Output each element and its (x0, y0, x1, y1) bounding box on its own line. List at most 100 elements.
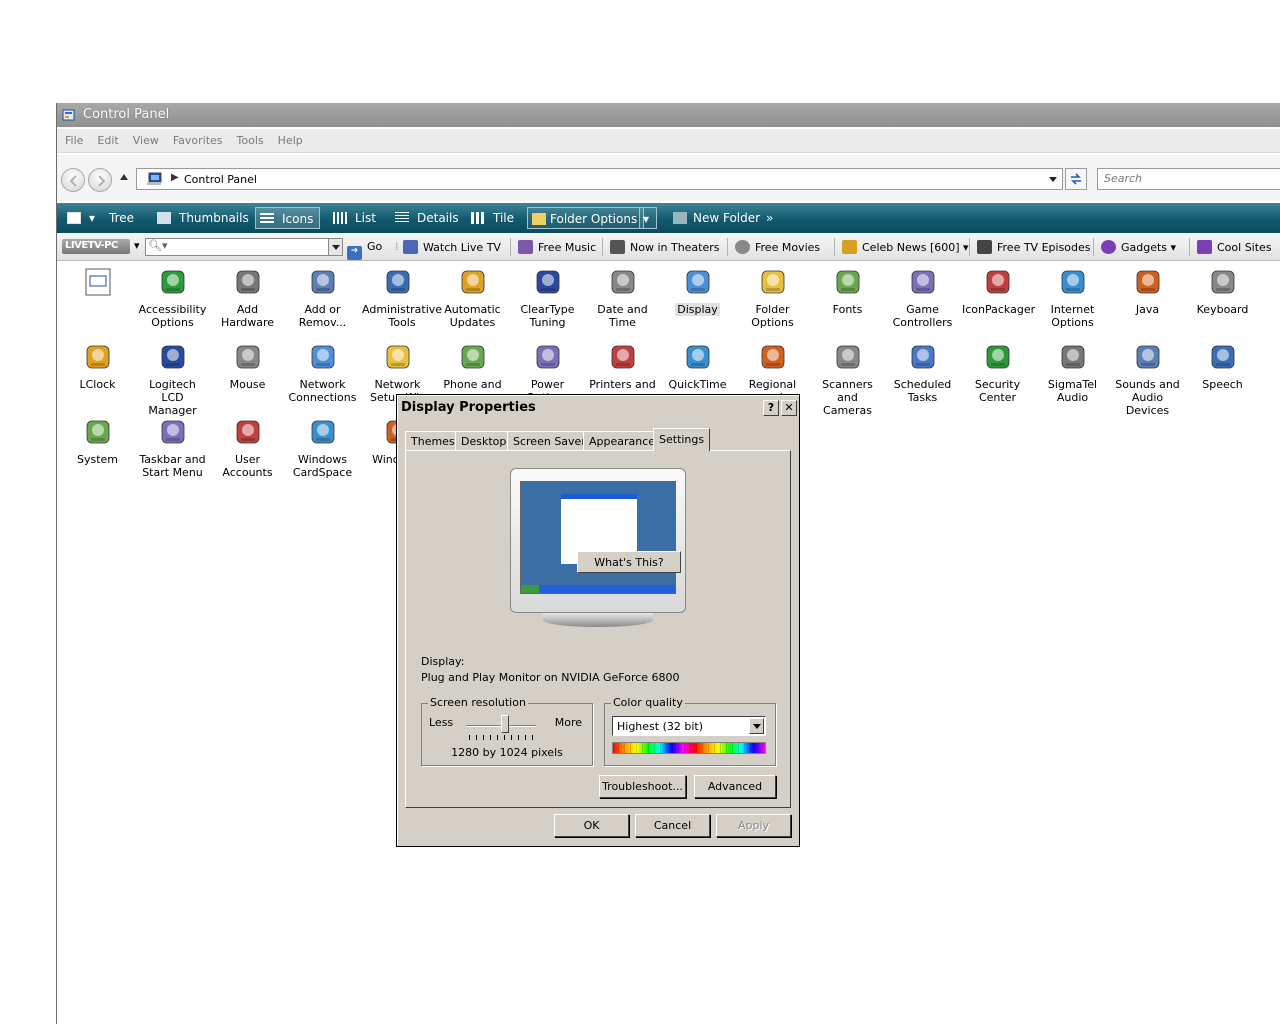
cp-item-windows-cardspace[interactable]: Windows CardSpace (285, 416, 360, 479)
dialog-title-bar[interactable]: Display Properties ? ✕ (399, 397, 797, 419)
address-field[interactable]: ▶ Control Panel (136, 168, 1063, 190)
resolution-slider-thumb[interactable] (500, 715, 509, 733)
icons-button[interactable]: Icons (255, 207, 321, 229)
cancel-button[interactable]: Cancel (635, 814, 710, 837)
link-free-music[interactable]: Free Music (518, 240, 596, 254)
keyboard-icon (1211, 270, 1234, 294)
cp-item-automatic-updates[interactable]: Automatic Updates (435, 266, 510, 329)
cp-item-blank[interactable] (60, 266, 135, 311)
folder-options-button[interactable]: Folder Options (527, 207, 645, 229)
livetv-pc-logo[interactable]: LIVETV-PC (62, 239, 130, 254)
cp-item-label: System (76, 453, 119, 466)
close-button[interactable]: ✕ (781, 400, 797, 416)
menu-tools[interactable]: Tools (229, 129, 270, 147)
folder-options-dropdown[interactable]: ▾ (639, 207, 657, 229)
cp-item-quicktime[interactable]: QuickTime (660, 341, 735, 391)
color-quality-select[interactable]: Highest (32 bit) (612, 716, 766, 736)
link-watch-live-tv[interactable]: Watch Live TV (403, 240, 501, 254)
cp-item-date-and-time[interactable]: Date and Time (585, 266, 660, 329)
forward-button[interactable] (88, 168, 112, 192)
cp-item-iconpackager[interactable]: IconPackager (960, 266, 1035, 316)
menu-edit[interactable]: Edit (89, 129, 124, 147)
cp-item-mouse[interactable]: Mouse (210, 341, 285, 391)
go-button[interactable]: ➜ Go (347, 240, 382, 260)
tile-button[interactable]: Tile (467, 207, 520, 229)
tree-button[interactable]: Tree (105, 207, 140, 229)
cp-item-phone-and[interactable]: Phone and (435, 341, 510, 391)
cp-item-label: QuickTime (668, 378, 727, 391)
add-hardware-icon (236, 270, 259, 294)
refresh-icon (1071, 173, 1081, 185)
cp-item-fonts[interactable]: Fonts (810, 266, 885, 316)
separator (1093, 238, 1094, 256)
view-menu-button[interactable]: ▾ (63, 207, 101, 229)
advanced-button[interactable]: Advanced (694, 775, 776, 798)
tab-appearance[interactable]: Appearance (583, 431, 662, 451)
cp-item-network-connections[interactable]: Network Connections (285, 341, 360, 404)
cp-item-lclock[interactable]: LClock (60, 341, 135, 391)
cp-item-java[interactable]: Java (1110, 266, 1185, 316)
cp-item-folder-options[interactable]: Folder Options (735, 266, 810, 329)
up-arrow-icon[interactable] (120, 174, 128, 180)
cp-item-logitech-lcd-manager[interactable]: Logitech LCD Manager (135, 341, 210, 417)
help-button[interactable]: ? (763, 400, 779, 416)
refresh-button[interactable] (1065, 168, 1087, 190)
toolbar-search-input[interactable]: 🔍︎▾ (145, 238, 343, 256)
link-now-in-theaters[interactable]: Now in Theaters (610, 240, 720, 254)
link-celeb-news[interactable]: Celeb News [600] ▾ (842, 240, 969, 254)
logo-dropdown-icon[interactable]: ▾ (134, 239, 140, 252)
address-bar: ▶ Control Panel Search (57, 155, 1280, 201)
cp-item-accessibility-options[interactable]: Accessibility Options (135, 266, 210, 329)
cp-item-printers-and[interactable]: Printers and (585, 341, 660, 391)
cp-item-sounds-and-audio-devices[interactable]: Sounds and Audio Devices (1110, 341, 1185, 417)
ok-button[interactable]: OK (554, 814, 629, 837)
list-button[interactable]: List (329, 207, 382, 229)
mouse-icon (236, 345, 259, 369)
link-free-movies[interactable]: Free Movies (735, 240, 820, 254)
cp-item-security-center[interactable]: Security Center (960, 341, 1035, 404)
menu-view[interactable]: View (125, 129, 165, 147)
cp-item-label: Java (1135, 303, 1160, 316)
cp-item-administrative-tools[interactable]: Administrative Tools (360, 266, 442, 329)
apply-button[interactable]: Apply (716, 814, 791, 837)
new-folder-button[interactable]: New Folder (669, 207, 766, 229)
cp-item-add-or-remov[interactable]: Add or Remov... (285, 266, 360, 329)
cp-item-internet-options[interactable]: Internet Options (1035, 266, 1110, 329)
cp-item-speech[interactable]: Speech (1185, 341, 1260, 391)
details-button[interactable]: Details (391, 207, 465, 229)
thumbnails-button[interactable]: Thumbnails (153, 207, 255, 229)
cp-item-keyboard[interactable]: Keyboard (1185, 266, 1260, 316)
cp-item-scheduled-tasks[interactable]: Scheduled Tasks (885, 341, 960, 404)
cp-item-add-hardware[interactable]: Add Hardware (210, 266, 285, 329)
search-input[interactable]: Search (1097, 168, 1280, 190)
link-free-tv-episodes[interactable]: Free TV Episodes (977, 240, 1091, 254)
cp-item-sigmatel-audio[interactable]: SigmaTel Audio (1035, 341, 1110, 404)
menu-help[interactable]: Help (270, 129, 309, 147)
cp-item-label: LClock (79, 378, 116, 391)
command-bar: ▾ Tree Thumbnails Icons List Details Til… (57, 203, 1280, 233)
color-quality-group: Color quality Highest (32 bit) (604, 696, 776, 766)
cp-item-game-controllers[interactable]: Game Controllers (885, 266, 960, 329)
tab-screen-saver[interactable]: Screen Saver (507, 431, 592, 451)
link-gadgets[interactable]: Gadgets ▾ (1101, 240, 1176, 254)
cp-item-scanners-and-cameras[interactable]: Scanners and Cameras (810, 341, 885, 417)
tab-settings[interactable]: Settings (653, 428, 711, 451)
address-dropdown-icon[interactable] (1049, 177, 1057, 182)
menu-file[interactable]: File (57, 129, 89, 147)
whats-this-popup[interactable]: What's This? (577, 551, 681, 573)
menu-favorites[interactable]: Favorites (165, 129, 229, 147)
chevron-down-icon[interactable] (749, 718, 764, 734)
tab-themes[interactable]: Themes (405, 431, 461, 451)
cp-item-user-accounts[interactable]: User Accounts (210, 416, 285, 479)
cp-item-system[interactable]: System (60, 416, 135, 466)
title-bar[interactable]: Control Panel (57, 103, 1280, 127)
cp-item-cleartype-tuning[interactable]: ClearType Tuning (510, 266, 585, 329)
cp-item-taskbar-and-start-menu[interactable]: Taskbar and Start Menu (135, 416, 210, 479)
toolbar-search-dropdown[interactable] (328, 239, 342, 255)
back-button[interactable] (61, 168, 85, 192)
cp-item-display[interactable]: Display (660, 266, 735, 316)
troubleshoot-button[interactable]: Troubleshoot... (599, 775, 686, 798)
tab-desktop[interactable]: Desktop (455, 431, 513, 451)
more-commands-button[interactable]: » (762, 207, 779, 229)
link-cool-sites[interactable]: Cool Sites (1197, 240, 1272, 254)
